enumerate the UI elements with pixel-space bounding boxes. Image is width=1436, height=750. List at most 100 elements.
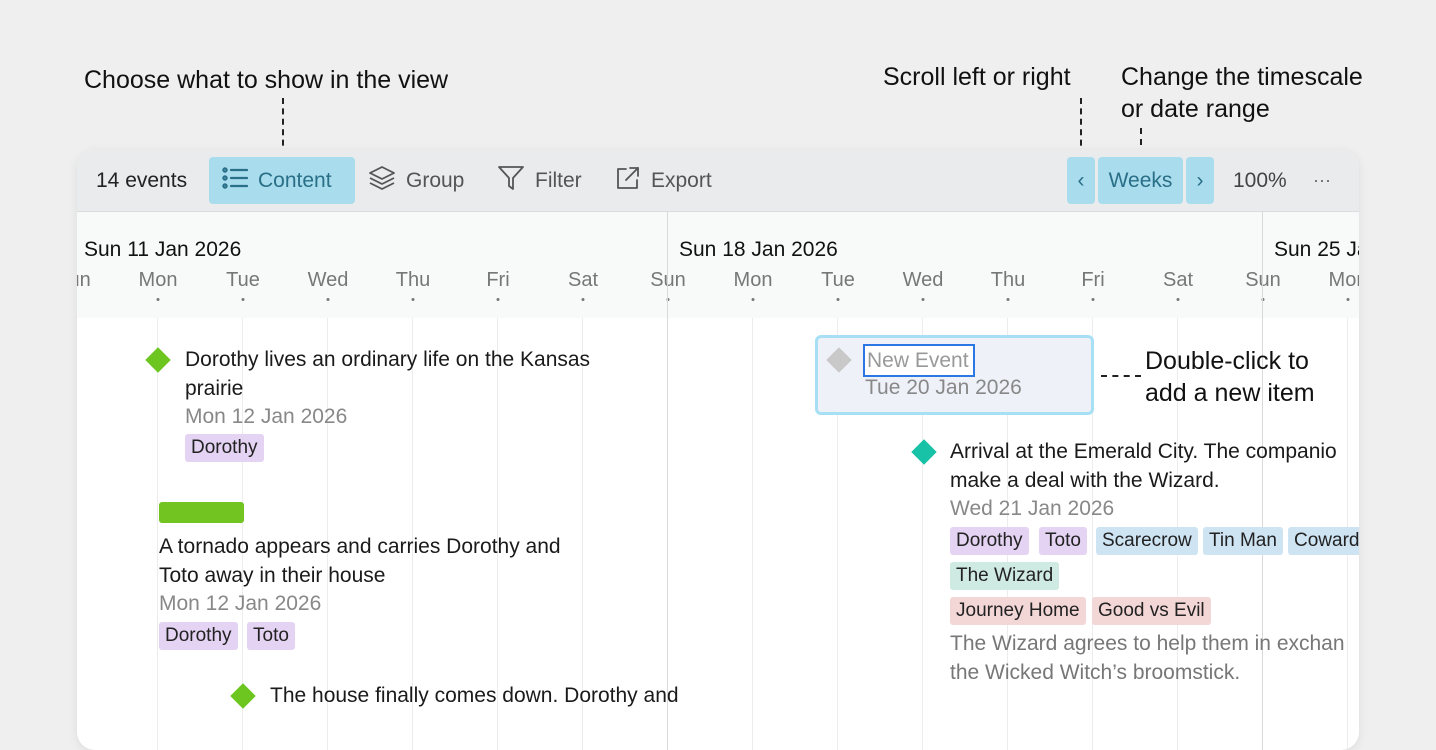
tag-coward[interactable]: Coward	[1288, 527, 1359, 555]
tag-good-vs-evil[interactable]: Good vs Evil	[1092, 597, 1211, 625]
export-icon	[615, 165, 641, 197]
timeline-window: 14 events Content Group Filter Export ‹ …	[77, 150, 1359, 750]
export-button-label: Export	[651, 168, 712, 192]
event-title[interactable]: Dorothy lives an ordinary life on the Ka…	[185, 345, 590, 403]
content-button-label: Content	[258, 168, 332, 192]
more-options-icon[interactable]: ···	[1313, 150, 1331, 211]
new-event-title-input[interactable]: New Event	[863, 344, 975, 377]
day-tick	[836, 298, 840, 301]
day-tick	[156, 298, 160, 301]
event-description-line: the Wicked Witch’s broomstick.	[950, 661, 1241, 684]
week-label: Sun 11 Jan 2026	[84, 238, 242, 261]
callout-timescale-line1: Change the timescale	[1121, 63, 1363, 91]
event-title-line: Arrival at the Emerald City. The compani…	[950, 440, 1337, 463]
day-label: Thu	[990, 269, 1026, 291]
callout-dblclick-line1: Double-click to	[1145, 347, 1309, 375]
callout-dblclick-line2: add a new item	[1145, 379, 1315, 407]
day-gridline	[157, 318, 158, 750]
day-tick	[496, 298, 500, 301]
content-button[interactable]: Content	[209, 157, 355, 204]
day-gridline	[752, 318, 753, 750]
day-tick	[581, 298, 585, 301]
event-marker-diamond[interactable]	[145, 347, 171, 373]
day-tick	[921, 298, 925, 301]
day-tick	[751, 298, 755, 301]
timeline-header: Sun 11 Jan 2026 Sun 18 Jan 2026 Sun 25 J…	[77, 212, 1359, 318]
day-label: Sun	[1245, 269, 1281, 291]
event-title[interactable]: A tornado appears and carries Dorothy an…	[159, 532, 561, 590]
event-date: Mon 12 Jan 2026	[159, 592, 322, 615]
callout-scroll-line	[1080, 98, 1082, 156]
event-title-line: Dorothy lives an ordinary life on the Ka…	[185, 348, 591, 371]
day-label: Sat	[1162, 269, 1194, 291]
list-icon	[222, 166, 249, 195]
chevron-left-icon: ‹	[1077, 168, 1085, 192]
day-label: Mon	[733, 269, 773, 291]
week-gridline	[667, 212, 668, 750]
week-label: Sun 25 Ja	[1274, 238, 1359, 261]
day-label: Fri	[1081, 269, 1105, 291]
event-title-line: A tornado appears and carries Dorothy an…	[159, 535, 561, 558]
export-button[interactable]: Export	[615, 157, 712, 204]
day-tick	[326, 298, 330, 301]
day-tick	[1091, 298, 1095, 301]
tag-dorothy[interactable]: Dorothy	[185, 434, 264, 462]
tag-dorothy[interactable]: Dorothy	[159, 622, 238, 650]
event-title[interactable]: Arrival at the Emerald City. The compani…	[950, 437, 1337, 495]
timescale-label: Weeks	[1108, 168, 1173, 192]
event-title-line: make a deal with the Wizard.	[950, 469, 1220, 492]
event-date: Wed 21 Jan 2026	[950, 497, 1115, 520]
callout-content: Choose what to show in the view	[84, 66, 449, 94]
chevron-right-icon: ›	[1196, 168, 1204, 192]
event-title[interactable]: The house finally comes down. Dorothy an…	[270, 681, 679, 710]
tag-journey-home[interactable]: Journey Home	[950, 597, 1086, 625]
tag-dorothy[interactable]: Dorothy	[950, 527, 1029, 555]
callout-scroll: Scroll left or right	[883, 63, 1071, 91]
week-label: Sun 18 Jan 2026	[679, 238, 838, 261]
day-label: Thu	[395, 269, 431, 291]
day-label: Sat	[567, 269, 599, 291]
filter-button-label: Filter	[535, 168, 582, 192]
day-tick	[411, 298, 415, 301]
day-tick	[1176, 298, 1180, 301]
group-button[interactable]: Group	[368, 157, 464, 204]
filter-button[interactable]: Filter	[497, 157, 582, 204]
day-label: Sun	[77, 269, 91, 291]
group-button-label: Group	[406, 168, 465, 192]
tag-toto[interactable]: Toto	[1039, 527, 1087, 555]
day-tick	[1006, 298, 1010, 301]
event-title-line: prairie	[185, 377, 244, 400]
layers-icon	[368, 165, 396, 197]
event-description-line: The Wizard agrees to help them in exchan	[950, 632, 1345, 655]
day-label: Tue	[226, 269, 260, 291]
callout-timescale-line2: or date range	[1121, 95, 1270, 123]
callout-dblclick-line	[1101, 375, 1141, 377]
tag-tin-man[interactable]: Tin Man	[1203, 527, 1283, 555]
day-label: Sun	[650, 269, 686, 291]
tag-scarecrow[interactable]: Scarecrow	[1096, 527, 1198, 555]
day-label: Tue	[821, 269, 855, 291]
event-title-line: Toto away in their house	[159, 564, 386, 587]
timescale-button[interactable]: Weeks	[1098, 157, 1183, 204]
event-date: Mon 12 Jan 2026	[185, 405, 348, 428]
day-label: Wed	[902, 269, 944, 291]
event-marker-diamond[interactable]	[911, 439, 937, 465]
tag-the-wizard[interactable]: The Wizard	[950, 562, 1060, 590]
event-description: The Wizard agrees to help them in exchan…	[950, 629, 1345, 687]
scroll-left-button[interactable]: ‹	[1067, 157, 1095, 204]
callout-content-line	[282, 98, 284, 156]
scroll-right-button[interactable]: ›	[1186, 157, 1214, 204]
day-tick	[241, 298, 245, 301]
day-tick	[1346, 298, 1350, 301]
event-marker-bar[interactable]	[159, 502, 244, 523]
day-label: Fri	[486, 269, 510, 291]
event-count: 14 events	[96, 169, 188, 192]
zoom-level[interactable]: 100%	[1233, 150, 1287, 211]
event-marker-diamond[interactable]	[230, 683, 256, 709]
day-label: Mon	[138, 269, 178, 291]
day-label: Mon	[1328, 269, 1359, 291]
tag-toto[interactable]: Toto	[247, 622, 295, 650]
filter-icon	[497, 165, 525, 197]
event-date: Tue 20 Jan 2026	[865, 376, 1022, 399]
toolbar: 14 events Content Group Filter Export ‹ …	[77, 150, 1359, 212]
